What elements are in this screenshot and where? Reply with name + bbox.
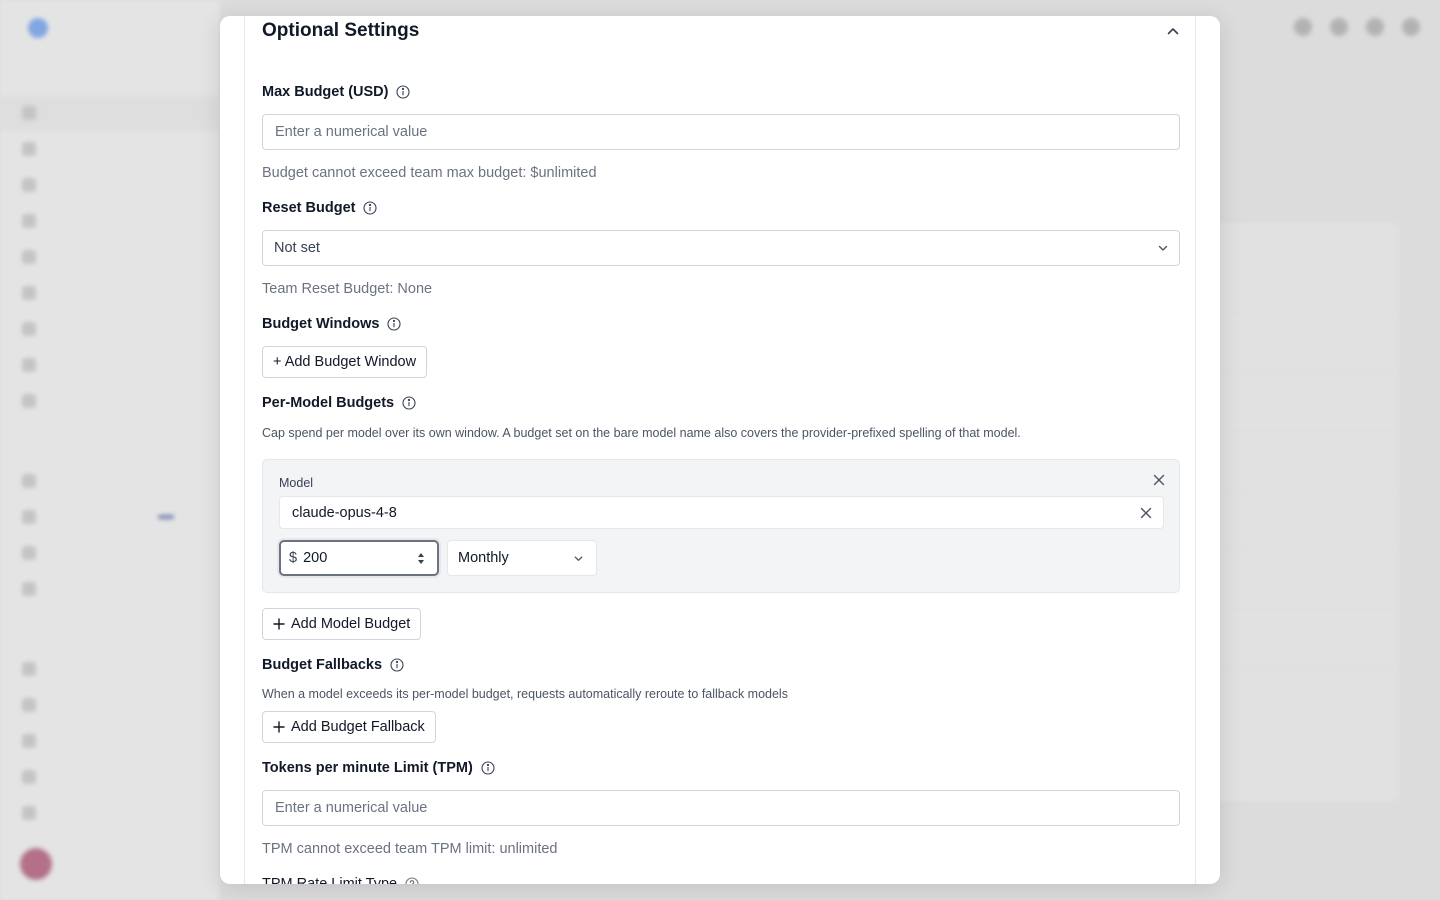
section-title: Optional Settings: [262, 20, 420, 41]
budget-fallbacks-label-text: Budget Fallbacks: [262, 657, 383, 673]
tpm-rate-limit-type-label: TPM Rate Limit Type: [262, 876, 419, 884]
close-icon[interactable]: [1153, 474, 1165, 486]
info-icon[interactable]: [396, 85, 411, 99]
tpm-limit-helper: TPM cannot exceed team TPM limit: unlimi…: [262, 841, 558, 857]
reset-budget-label: Reset Budget: [262, 200, 378, 216]
model-selected-value: claude-opus-4-8: [292, 504, 397, 521]
tpm-rate-limit-type-label-text: TPM Rate Limit Type: [262, 876, 398, 884]
budget-fallbacks-description: When a model exceeds its per-model budge…: [262, 687, 788, 701]
optional-settings-card: Optional Settings Max Budget (USD) Enter…: [244, 16, 1196, 884]
max-budget-input[interactable]: Enter a numerical value: [262, 114, 1180, 150]
add-budget-fallback-button[interactable]: Add Budget Fallback: [262, 711, 436, 743]
reset-budget-helper: Team Reset Budget: None: [262, 281, 433, 297]
budget-period-value: Monthly: [458, 550, 509, 566]
create-key-modal: Optional Settings Max Budget (USD) Enter…: [220, 16, 1220, 884]
info-icon[interactable]: [481, 761, 495, 775]
per-model-budget-entry: Model claude-opus-4-8 $ 200 Monthly: [262, 459, 1180, 593]
reset-budget-selected-value: Not set: [274, 240, 320, 256]
per-model-budgets-label: Per-Model Budgets: [262, 395, 416, 411]
add-budget-fallback-button-label: Add Budget Fallback: [291, 719, 425, 735]
info-icon[interactable]: [390, 658, 404, 672]
reset-budget-select[interactable]: Not set: [262, 230, 1180, 266]
add-model-budget-button[interactable]: Add Model Budget: [262, 608, 422, 640]
currency-prefix: $: [289, 550, 298, 566]
plus-icon: [273, 721, 285, 733]
budget-windows-label: Budget Windows: [262, 316, 402, 332]
stepper-icon[interactable]: [417, 552, 425, 565]
chevron-down-icon: [574, 556, 583, 561]
budget-amount-value: 200: [303, 550, 328, 566]
reset-budget-label-text: Reset Budget: [262, 200, 356, 216]
budget-windows-label-text: Budget Windows: [262, 316, 380, 332]
clear-icon[interactable]: [1140, 507, 1152, 519]
max-budget-label-text: Max Budget (USD): [262, 84, 389, 100]
add-budget-window-button-label: + Add Budget Window: [273, 354, 417, 370]
budget-amount-input[interactable]: $ 200: [279, 540, 439, 576]
budget-period-select[interactable]: Monthly: [447, 540, 597, 576]
help-icon[interactable]: [405, 877, 419, 884]
tpm-limit-input[interactable]: Enter a numerical value: [262, 790, 1180, 826]
plus-icon: [273, 618, 285, 630]
chevron-down-icon: [1158, 245, 1168, 251]
per-model-budgets-description: Cap spend per model over its own window.…: [262, 426, 1021, 440]
tpm-limit-label: Tokens per minute Limit (TPM): [262, 760, 495, 776]
budget-fallbacks-label: Budget Fallbacks: [262, 657, 404, 673]
add-model-budget-button-label: Add Model Budget: [291, 616, 411, 632]
tpm-limit-label-text: Tokens per minute Limit (TPM): [262, 760, 473, 776]
info-icon[interactable]: [387, 317, 402, 331]
max-budget-label: Max Budget (USD): [262, 84, 411, 100]
max-budget-helper: Budget cannot exceed team max budget: $u…: [262, 165, 597, 181]
info-icon[interactable]: [363, 201, 378, 215]
model-field-label: Model: [279, 476, 314, 490]
add-budget-window-button[interactable]: + Add Budget Window: [262, 346, 428, 378]
per-model-budgets-label-text: Per-Model Budgets: [262, 395, 395, 411]
chevron-up-icon[interactable]: [1166, 24, 1180, 38]
info-icon[interactable]: [402, 396, 416, 410]
model-select[interactable]: claude-opus-4-8: [279, 496, 1164, 529]
